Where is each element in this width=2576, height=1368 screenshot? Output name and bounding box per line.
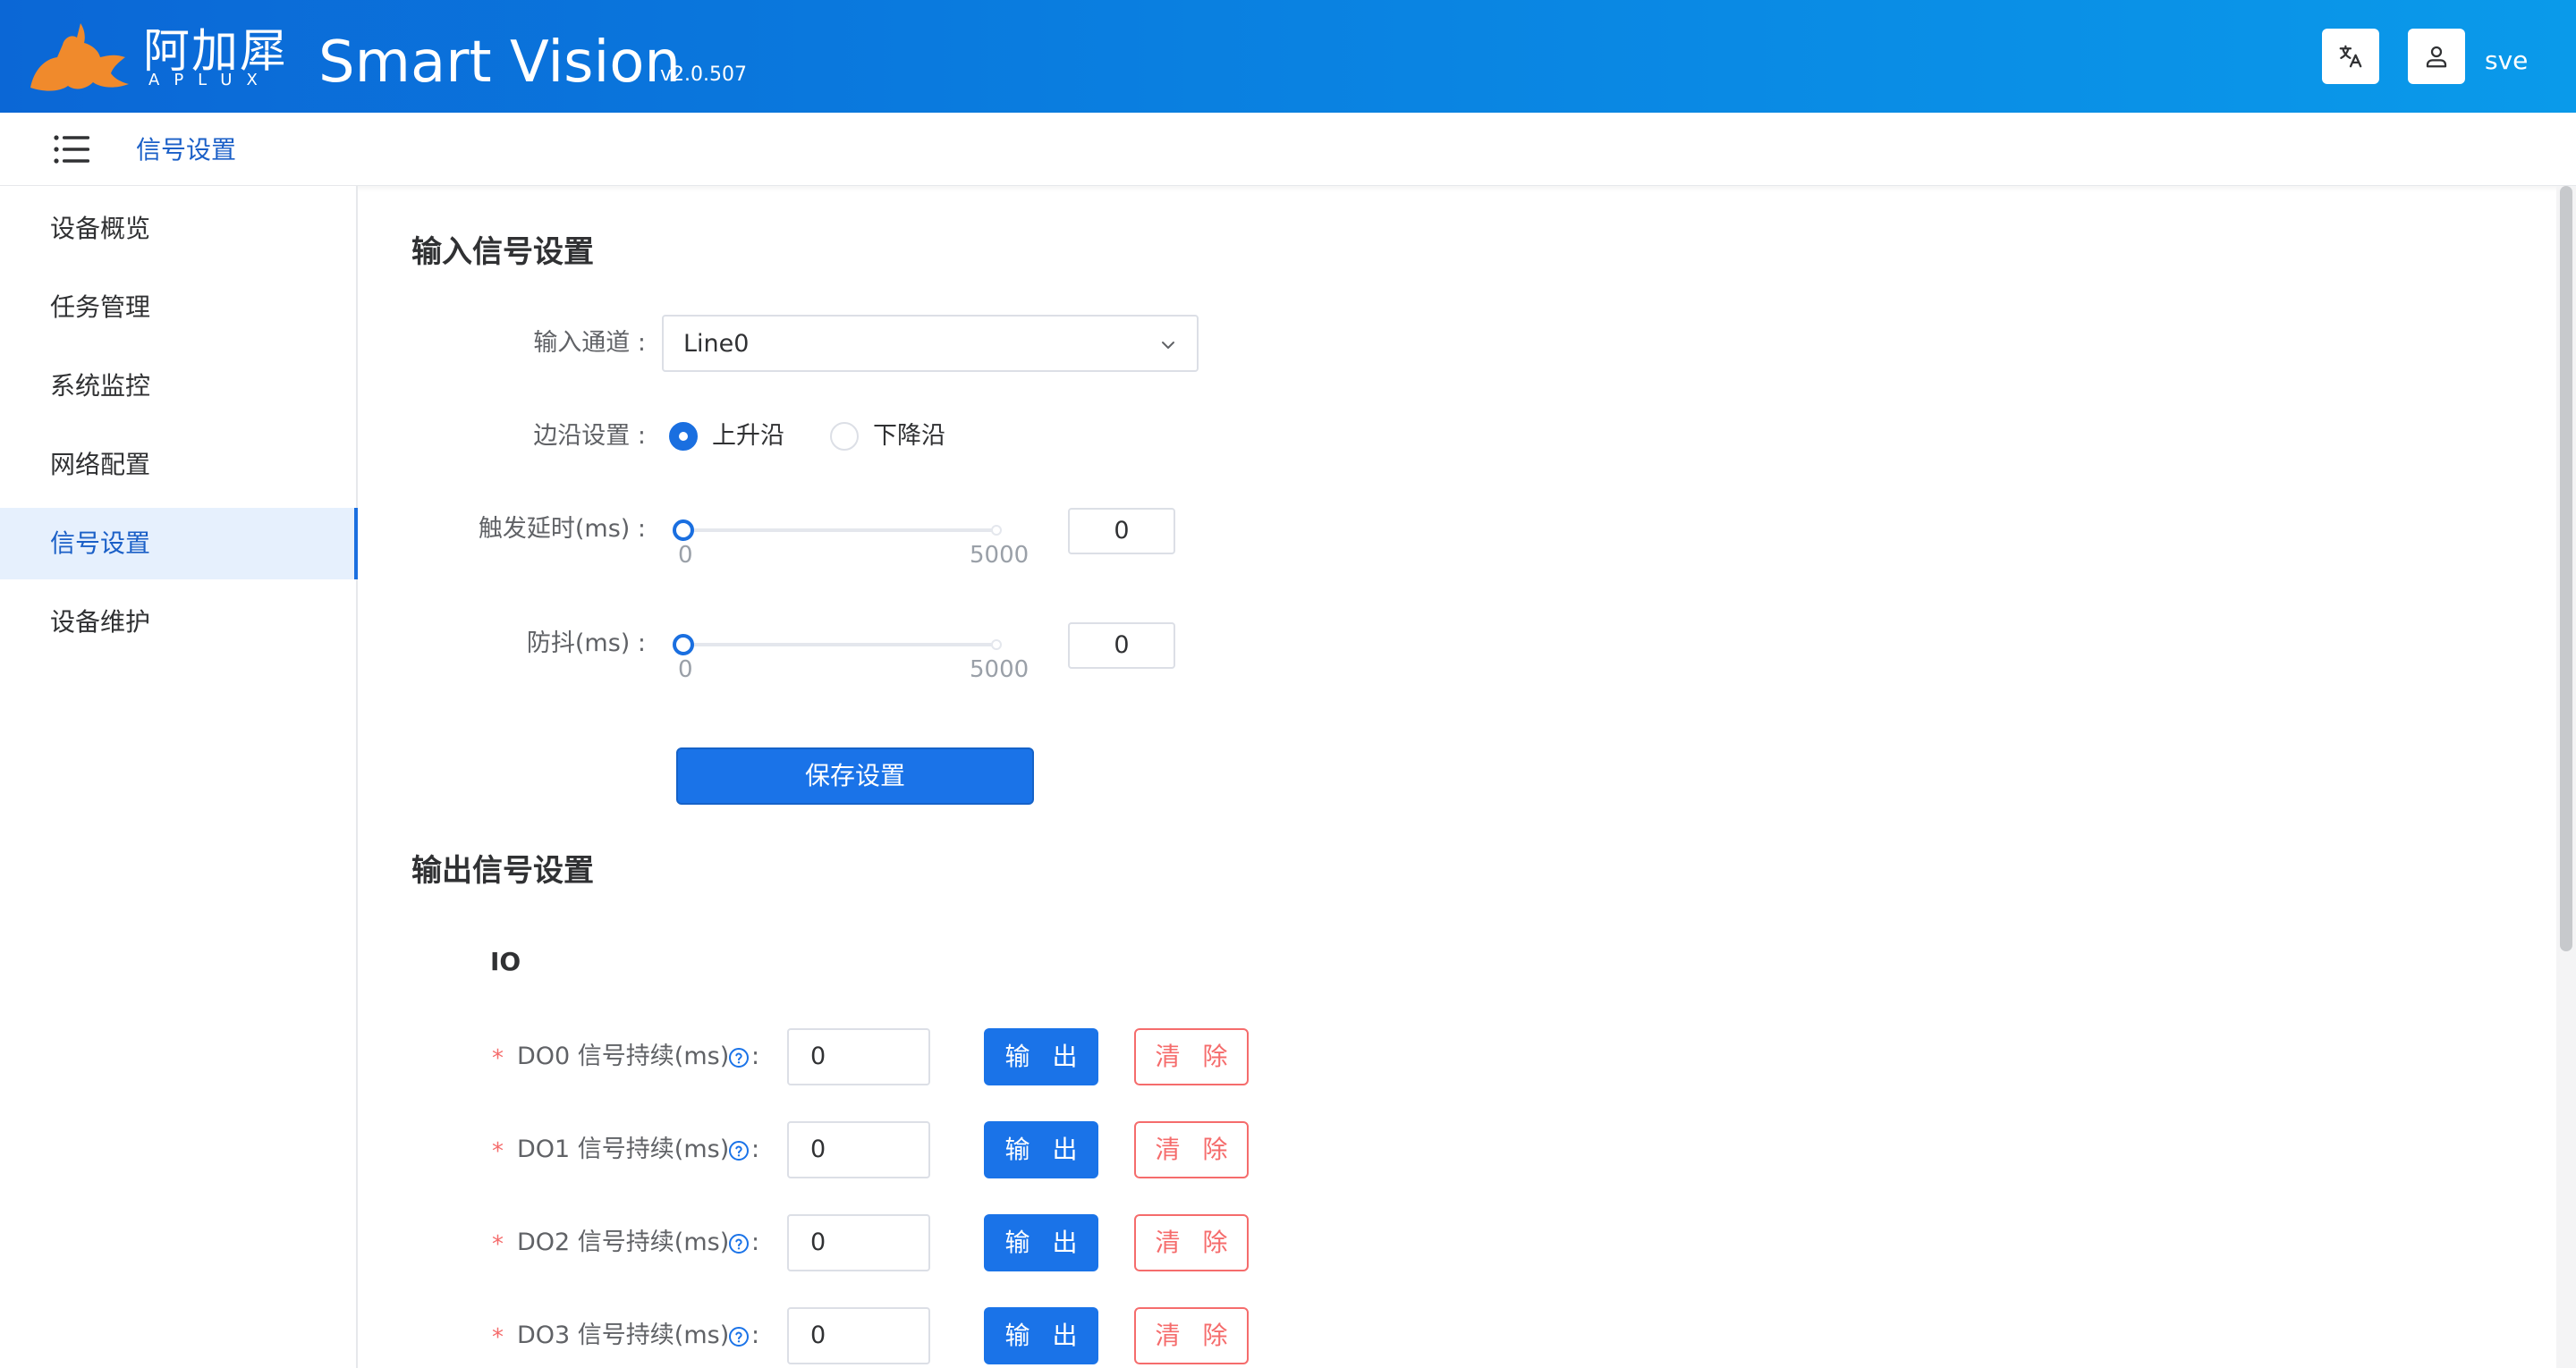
top-header: 阿加犀 APLUX Smart Vision v2.0.507 sve <box>0 0 2576 113</box>
slider-min-label: 0 <box>678 542 693 569</box>
scrollbar-thumb[interactable] <box>2560 186 2572 951</box>
trigger-delay-input[interactable]: 0 <box>1068 508 1175 554</box>
slider-end-dot <box>991 639 1002 650</box>
aplux-logo-icon <box>30 23 129 91</box>
do3-label: DO3 信号持续(ms) <box>517 1322 730 1349</box>
slider-handle[interactable] <box>673 634 694 655</box>
menu-icon[interactable] <box>54 134 89 165</box>
slider-max-label: 5000 <box>970 542 1030 569</box>
radio-checked-icon <box>669 422 698 451</box>
slider-min-label: 0 <box>678 656 693 683</box>
vertical-scrollbar[interactable] <box>2556 186 2576 1368</box>
do0-clear-button[interactable]: 清 除 <box>1134 1028 1249 1085</box>
sidebar-item-system-monitor[interactable]: 系统监控 <box>0 350 358 422</box>
logo-english-text: APLUX <box>148 71 272 89</box>
sidebar-item-signal-settings[interactable]: 信号设置 <box>0 508 358 579</box>
do2-row: * DO2 信号持续(ms) : 0 输 出 清 除 <box>360 1214 1433 1271</box>
do0-duration-input[interactable]: 0 <box>787 1028 930 1085</box>
username-label[interactable]: sve <box>2485 45 2528 77</box>
do1-row: * DO1 信号持续(ms) : 0 输 出 清 除 <box>360 1121 1433 1178</box>
breadcrumb-current[interactable]: 信号设置 <box>136 134 236 166</box>
do1-label: DO1 信号持续(ms) <box>517 1136 730 1163</box>
do1-clear-button[interactable]: 清 除 <box>1134 1121 1249 1178</box>
do0-row: * DO0 信号持续(ms) : 0 输 出 清 除 <box>360 1028 1433 1085</box>
radio-rising-edge-label: 上升沿 <box>712 422 784 450</box>
slider-handle[interactable] <box>673 519 694 541</box>
do3-output-button[interactable]: 输 出 <box>984 1307 1098 1364</box>
do2-duration-input[interactable]: 0 <box>787 1214 930 1271</box>
radio-rising-edge[interactable]: 上升沿 <box>669 418 803 454</box>
slider-rail <box>683 643 1000 646</box>
debounce-input[interactable]: 0 <box>1068 622 1175 669</box>
do1-duration-input[interactable]: 0 <box>787 1121 930 1178</box>
required-mark: * <box>492 1138 504 1165</box>
output-section-title: 输出信号设置 <box>411 853 594 889</box>
do3-clear-button[interactable]: 清 除 <box>1134 1307 1249 1364</box>
breadcrumb-bar: 信号设置 <box>0 113 2576 186</box>
sidebar-item-network-config[interactable]: 网络配置 <box>0 429 358 501</box>
user-icon <box>2426 46 2447 68</box>
translate-icon <box>2339 45 2362 68</box>
label-colon: : <box>751 1322 760 1349</box>
slider-rail <box>683 528 1000 532</box>
required-mark: * <box>492 1324 504 1351</box>
question-circle-icon[interactable] <box>728 1326 750 1347</box>
label-colon: : <box>751 1043 760 1070</box>
required-mark: * <box>492 1045 504 1072</box>
input-channel-value: Line0 <box>683 330 750 358</box>
label-colon: : <box>751 1229 760 1256</box>
trigger-delay-slider[interactable]: 0 5000 <box>669 510 1029 569</box>
label-colon: : <box>751 1136 760 1163</box>
do2-output-button[interactable]: 输 出 <box>984 1214 1098 1271</box>
slider-max-label: 5000 <box>970 656 1030 683</box>
input-channel-label: 输入通道 : <box>533 329 646 357</box>
radio-falling-edge-label: 下降沿 <box>873 422 945 450</box>
sidebar-item-device-overview[interactable]: 设备概览 <box>0 193 358 265</box>
sidebar-item-device-maintenance[interactable]: 设备维护 <box>0 587 358 658</box>
input-channel-select[interactable]: Line0 <box>662 315 1199 372</box>
do2-label: DO2 信号持续(ms) <box>517 1229 730 1256</box>
main-content: 输入信号设置 输入通道 : Line0 边沿设置 : 上升沿 下降沿 触发延时(… <box>360 186 2556 1368</box>
sidebar: 设备概览 任务管理 系统监控 网络配置 信号设置 设备维护 <box>0 186 358 1368</box>
do0-label: DO0 信号持续(ms) <box>517 1043 730 1070</box>
debounce-label: 防抖(ms) : <box>526 629 646 657</box>
trigger-delay-label: 触发延时(ms) : <box>478 515 646 543</box>
question-circle-icon[interactable] <box>728 1140 750 1161</box>
required-mark: * <box>492 1231 504 1258</box>
question-circle-icon[interactable] <box>728 1047 750 1068</box>
slider-end-dot <box>991 525 1002 536</box>
save-settings-button[interactable]: 保存设置 <box>676 747 1034 805</box>
logo-chinese-text: 阿加犀 <box>143 25 289 79</box>
debounce-slider[interactable]: 0 5000 <box>669 624 1029 683</box>
sidebar-item-task-management[interactable]: 任务管理 <box>0 272 358 343</box>
do3-row: * DO3 信号持续(ms) : 0 输 出 清 除 <box>360 1307 1433 1364</box>
input-section-title: 输入信号设置 <box>411 234 594 270</box>
question-circle-icon[interactable] <box>728 1233 750 1254</box>
io-subtitle: IO <box>490 947 521 976</box>
do3-duration-input[interactable]: 0 <box>787 1307 930 1364</box>
radio-falling-edge[interactable]: 下降沿 <box>830 418 964 454</box>
app-version: v2.0.507 <box>660 63 747 86</box>
app-title: Smart Vision <box>318 30 681 96</box>
do2-clear-button[interactable]: 清 除 <box>1134 1214 1249 1271</box>
do0-output-button[interactable]: 输 出 <box>984 1028 1098 1085</box>
user-button[interactable] <box>2408 29 2465 84</box>
language-button[interactable] <box>2322 29 2379 84</box>
radio-unchecked-icon <box>830 422 859 451</box>
edge-setting-label: 边沿设置 : <box>533 422 646 450</box>
do1-output-button[interactable]: 输 出 <box>984 1121 1098 1178</box>
chevron-down-icon <box>1162 342 1174 349</box>
